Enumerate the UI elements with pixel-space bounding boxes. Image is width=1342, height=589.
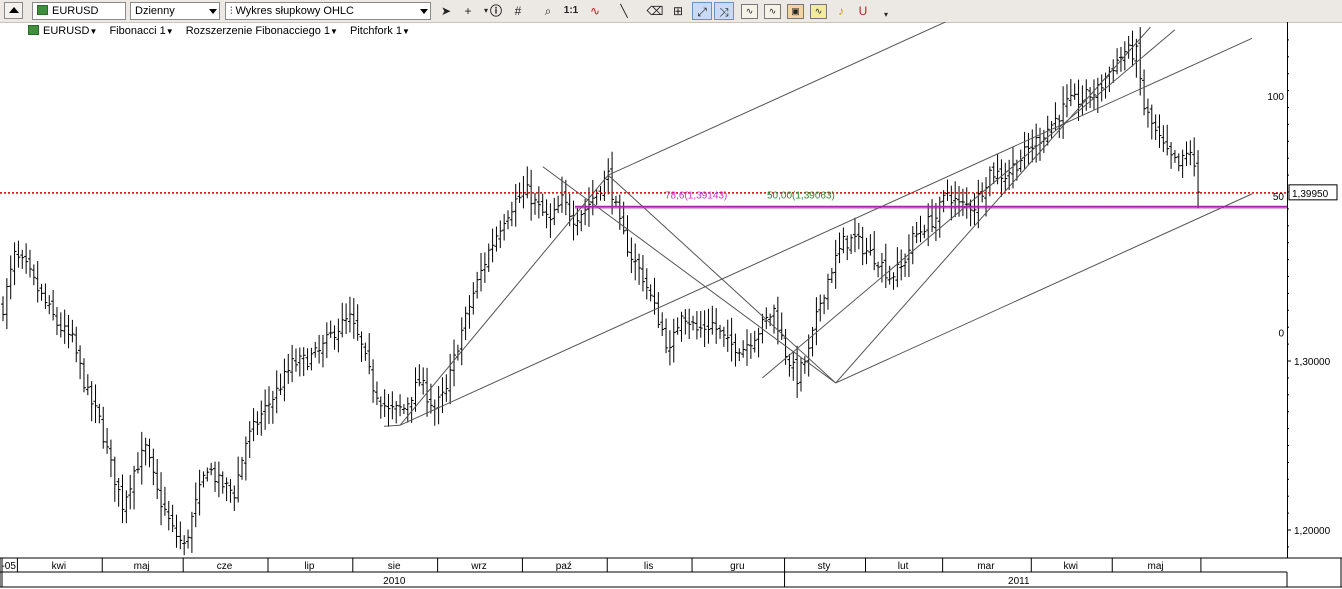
one-to-one-icon[interactable]: 1:1: [561, 2, 581, 20]
price-axis-border: [1287, 22, 1288, 558]
month-label: gru: [730, 561, 744, 572]
pitchfork-handle: [399, 174, 609, 426]
year-label: 2010: [383, 576, 406, 587]
objects-icon[interactable]: ⊞: [668, 2, 688, 20]
fib-level-label: 50: [1273, 192, 1285, 203]
pitchfork-line: [762, 29, 1176, 379]
pitchfork-upper-line: [608, 22, 947, 176]
month-label: mar: [977, 561, 995, 572]
symbol-select-value: EURUSD: [52, 5, 99, 17]
month-label: lis: [644, 561, 653, 572]
month-label: wrz: [470, 561, 487, 572]
interval-select[interactable]: Dzienny: [130, 2, 220, 20]
interval-select-value: Dzienny: [135, 5, 175, 17]
alert-bell-icon[interactable]: ♪: [831, 2, 851, 20]
pitchfork-median-line: [399, 37, 1253, 426]
grid-icon[interactable]: #: [508, 2, 528, 20]
month-label: maj: [134, 561, 150, 572]
month-label: cze: [217, 561, 233, 572]
fibonacci-tool-icon[interactable]: ⤨: [714, 2, 734, 20]
fibonacci-extension-label: 78,6(1,39143): [665, 190, 727, 201]
month-label: kwi: [1064, 561, 1078, 572]
month-label: lut: [898, 561, 909, 572]
template-icon[interactable]: ▣: [787, 4, 804, 19]
chart-style-select[interactable]: ⫶ Wykres słupkowy OHLC: [225, 2, 431, 20]
month-label: kwi: [52, 561, 66, 572]
pitchfork-anchor: [384, 424, 401, 427]
y-tick-label: 1,30000: [1294, 357, 1331, 368]
cursor-icon[interactable]: ➤: [436, 2, 456, 20]
zoom-icon[interactable]: ⌕: [538, 2, 558, 20]
line-tool-icon[interactable]: ╲: [614, 2, 634, 20]
wave-icon[interactable]: ∿: [810, 4, 827, 19]
symbol-select[interactable]: EURUSD: [32, 2, 126, 20]
month-label: sie: [388, 561, 401, 572]
fib-level-label: 0: [1278, 329, 1284, 340]
trend-tool-icon[interactable]: ⤢: [692, 2, 712, 20]
ohlc-bars-icon: ⫶: [230, 6, 233, 17]
indicator-icon[interactable]: ∿: [585, 2, 605, 20]
price-chart[interactable]: 78,6(1,39143) 50,00(1,39063) 100 50 0 1,20000…: [0, 22, 1342, 589]
magnet-icon[interactable]: U: [853, 2, 873, 20]
month-label: maj: [1148, 561, 1164, 572]
info-icon[interactable]: ⓘ: [486, 2, 506, 20]
fibonacci-retracement-label: 50,00(1,39063): [767, 190, 835, 201]
y-tick-label: 1,20000: [1294, 526, 1331, 537]
month-label: lip: [304, 561, 314, 572]
pitchfork-lower-line: [835, 193, 1253, 384]
template-icon[interactable]: ∿: [764, 4, 781, 19]
month-label: paź: [556, 561, 572, 572]
crosshair-icon[interactable]: +: [458, 2, 478, 20]
last-price-label: 1,39950: [1292, 189, 1329, 200]
pitchfork-line: [835, 26, 1151, 384]
eraser-icon[interactable]: ⌫: [645, 2, 665, 20]
month-label: sty: [818, 561, 831, 572]
chart-style-select-value: Wykres słupkowy OHLC: [235, 5, 354, 17]
month-label: -05: [1, 561, 16, 572]
toolbar: EURUSD Dzienny ⫶ Wykres słupkowy OHLC ➤ +…: [0, 0, 1342, 23]
year-label: 2011: [1008, 576, 1030, 587]
template-icon[interactable]: ∿: [741, 4, 758, 19]
collapse-up-button[interactable]: [4, 2, 23, 19]
chevron-down-icon[interactable]: [420, 9, 428, 14]
fib-level-label: 100: [1267, 92, 1284, 103]
symbol-icon: [37, 5, 48, 15]
chevron-down-icon[interactable]: [209, 9, 217, 14]
